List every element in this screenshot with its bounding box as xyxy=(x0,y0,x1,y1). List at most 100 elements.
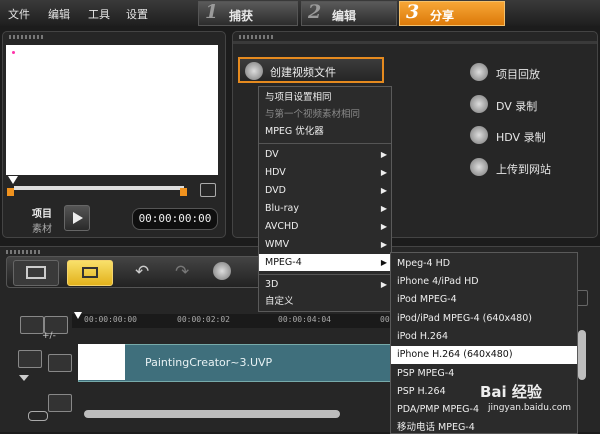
storyboard-view-button[interactable] xyxy=(13,260,59,286)
grip-dots xyxy=(9,35,45,39)
menu-tools[interactable]: 工具 xyxy=(88,6,110,22)
play-button[interactable] xyxy=(64,205,90,231)
menu-item-label: DVD xyxy=(265,185,286,196)
submenu-arrow-icon: ▶ xyxy=(380,240,387,249)
filmstrip-icon xyxy=(26,266,46,279)
camcorder-icon xyxy=(470,126,488,144)
submenu-item-highlighted[interactable]: iPhone H.264 (640x480) xyxy=(391,346,577,364)
share-option-label: DV 录制 xyxy=(496,100,538,113)
submenu-item[interactable]: iPod/iPad MPEG-4 (640x480) xyxy=(391,310,577,328)
trim-end-handle[interactable] xyxy=(180,188,187,196)
menu-item-mpeg4[interactable]: MPEG-4 ▶ xyxy=(259,254,391,271)
create-video-file-button[interactable]: 创建视频文件 xyxy=(238,57,384,83)
menu-separator xyxy=(259,143,391,144)
baidu-watermark: Bai 经验 xyxy=(480,383,542,401)
ruler-tick-label: 00:00:02:02 xyxy=(177,315,230,324)
ruler-tick-label: 00:00:00:00 xyxy=(84,315,137,324)
timecode-display[interactable]: 00:00:00:00 xyxy=(132,208,218,230)
menu-settings[interactable]: 设置 xyxy=(126,6,148,22)
playhead-handle[interactable] xyxy=(8,176,18,184)
panel-divider xyxy=(233,41,597,44)
submenu-arrow-icon: ▶ xyxy=(380,280,387,289)
submenu-arrow-icon: ▶ xyxy=(380,168,387,177)
menu-item-label: 与第一个视频素材相同 xyxy=(265,109,361,120)
overlay-track-header-icon xyxy=(48,394,72,412)
clip-mode-label[interactable]: 素材 xyxy=(32,220,52,235)
baidu-watermark-url: jingyan.baidu.com xyxy=(488,403,572,413)
share-option-label: 上传到网站 xyxy=(496,163,551,176)
grip-dots xyxy=(6,250,42,254)
project-playback-button[interactable]: 项目回放 xyxy=(470,62,580,82)
ruler-tick-label: 00:00:04:04 xyxy=(278,315,331,324)
menu-item-dv[interactable]: DV ▶ xyxy=(259,146,391,163)
share-option-label: 项目回放 xyxy=(496,68,540,81)
submenu-arrow-icon: ▶ xyxy=(380,222,387,231)
menu-item-avchd[interactable]: AVCHD ▶ xyxy=(259,218,391,235)
create-video-menu: 与项目设置相同 与第一个视频素材相同 MPEG 优化器 DV ▶ HDV ▶ DVD… xyxy=(258,86,392,312)
menu-item-label: MPEG-4 xyxy=(265,257,302,268)
menu-item-custom[interactable]: 自定义 xyxy=(259,293,391,310)
dv-record-button[interactable]: DV 录制 xyxy=(470,94,580,114)
menu-item-mpeg-optimizer[interactable]: MPEG 优化器 xyxy=(259,123,391,140)
preview-screen xyxy=(6,45,218,175)
menu-item-3d[interactable]: 3D ▶ xyxy=(259,276,391,293)
upload-web-button[interactable]: 上传到网站 xyxy=(470,157,580,177)
timeline-playhead[interactable] xyxy=(74,312,82,319)
menu-item-wmv[interactable]: WMV ▶ xyxy=(259,236,391,253)
collapse-arrow-icon[interactable] xyxy=(19,375,29,381)
record-capture-icon[interactable] xyxy=(213,262,231,280)
project-mode-label[interactable]: 项目 xyxy=(32,205,52,220)
submenu-arrow-icon: ▶ xyxy=(380,186,387,195)
hdv-record-button[interactable]: HDV 录制 xyxy=(470,125,580,145)
enlarge-icon[interactable] xyxy=(200,183,216,197)
video-track-icon xyxy=(20,316,44,334)
video-track-header-icon xyxy=(48,354,72,372)
timeline-view-button[interactable] xyxy=(67,260,113,286)
step-label: 分享 xyxy=(430,9,455,23)
trim-start-handle[interactable] xyxy=(7,188,14,196)
step-label: 编辑 xyxy=(332,9,357,23)
submenu-item[interactable]: 移动电话 MPEG-4 xyxy=(391,419,577,433)
redo-icon[interactable]: ↷ xyxy=(175,262,189,282)
tab-edit[interactable]: 2 编辑 xyxy=(301,1,397,26)
submenu-arrow-icon: ▶ xyxy=(380,150,387,159)
play-icon xyxy=(73,212,83,224)
submenu-item[interactable]: iPhone 4/iPad HD xyxy=(391,273,577,291)
step-number: 3 xyxy=(406,1,420,23)
undo-icon[interactable]: ↶ xyxy=(135,262,149,282)
menu-item-label: MPEG 优化器 xyxy=(265,126,324,137)
step-number: 1 xyxy=(205,1,219,23)
tab-capture[interactable]: 1 捕获 xyxy=(198,1,298,26)
clip-name: PaintingCreator~3.UVP xyxy=(145,356,273,369)
menu-item-bluray[interactable]: Blu-ray ▶ xyxy=(259,200,391,217)
scrub-bar[interactable] xyxy=(14,186,184,190)
clip-thumbnail xyxy=(78,344,125,380)
menu-item-label: Blu-ray xyxy=(265,203,299,214)
menu-item-label: HDV xyxy=(265,167,286,178)
create-video-label: 创建视频文件 xyxy=(270,66,336,79)
vertical-scrollbar[interactable] xyxy=(578,330,586,380)
tab-share[interactable]: 3 分享 xyxy=(399,1,505,26)
menu-edit[interactable]: 编辑 xyxy=(48,6,70,22)
menu-item-same-as-project[interactable]: 与项目设置相同 xyxy=(259,89,391,106)
submenu-item[interactable]: iPod MPEG-4 xyxy=(391,291,577,309)
scroll-left-icon[interactable] xyxy=(28,411,48,421)
menu-item-same-as-first-clip: 与第一个视频素材相同 xyxy=(259,106,391,123)
track-toggle-icon[interactable] xyxy=(18,350,42,368)
menu-item-label: 与项目设置相同 xyxy=(265,92,332,103)
menu-item-hdv[interactable]: HDV ▶ xyxy=(259,164,391,181)
submenu-item[interactable]: Mpeg-4 HD xyxy=(391,255,577,273)
menu-item-label: AVCHD xyxy=(265,221,299,232)
camcorder-icon xyxy=(470,95,488,113)
timeline-icon xyxy=(82,267,98,278)
share-option-label: HDV 录制 xyxy=(496,131,546,144)
grip-dots xyxy=(239,35,275,39)
horizontal-scrollbar[interactable] xyxy=(84,410,340,418)
menu-item-label: WMV xyxy=(265,239,290,250)
menu-file[interactable]: 文件 xyxy=(8,6,30,22)
menu-item-dvd[interactable]: DVD ▶ xyxy=(259,182,391,199)
submenu-arrow-icon: ▶ xyxy=(380,204,387,213)
add-track-icon[interactable]: +/- xyxy=(42,331,56,341)
submenu-item[interactable]: iPod H.264 xyxy=(391,328,577,346)
globe-icon xyxy=(470,158,488,176)
